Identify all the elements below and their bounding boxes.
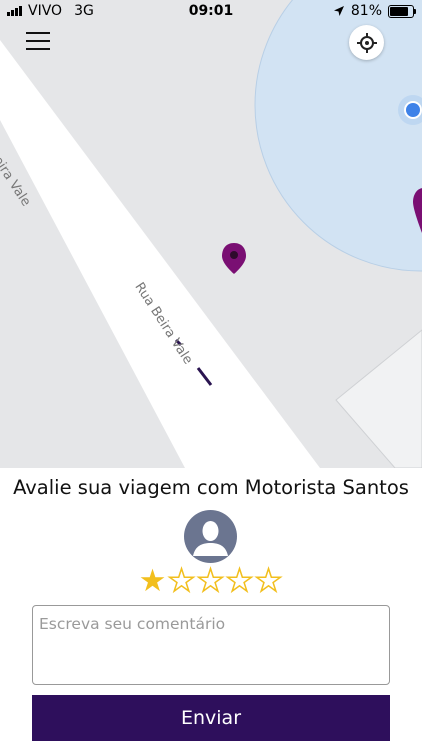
star-3-icon[interactable]: ★ [196,565,225,598]
star-1-icon[interactable]: ★ [138,566,167,597]
location-arrow-icon [333,6,344,16]
star-2-icon[interactable]: ★ [167,565,196,598]
person-silhouette-icon [193,521,228,556]
star-4-icon[interactable]: ★ [225,565,254,598]
submit-button[interactable]: Enviar [32,695,390,741]
menu-icon [26,32,50,50]
battery-icon [388,4,416,18]
battery-percent: 81% [350,3,382,19]
crosshair-icon [356,32,377,53]
map-pin-icon[interactable] [222,243,246,274]
location-accuracy-circle [254,0,422,272]
star-rating[interactable]: ★ ★ ★ ★ ★ [138,565,284,598]
map-view[interactable]: Rua Beira Vale Rua Beira Vale VIVO 3G 09… [0,0,422,468]
avatar [184,510,237,563]
star-5-icon[interactable]: ★ [254,565,283,598]
rating-sheet: Avalie sua viagem com Motorista Santos ★… [0,468,422,750]
comment-field[interactable] [32,605,390,685]
rating-title: Avalie sua viagem com Motorista Santos [13,476,409,499]
menu-button[interactable] [26,32,50,52]
map-canvas[interactable] [0,0,422,468]
map-building [335,329,422,468]
locate-me-button[interactable] [349,25,384,60]
status-bar: VIVO 3G 09:01 81% [0,0,422,24]
